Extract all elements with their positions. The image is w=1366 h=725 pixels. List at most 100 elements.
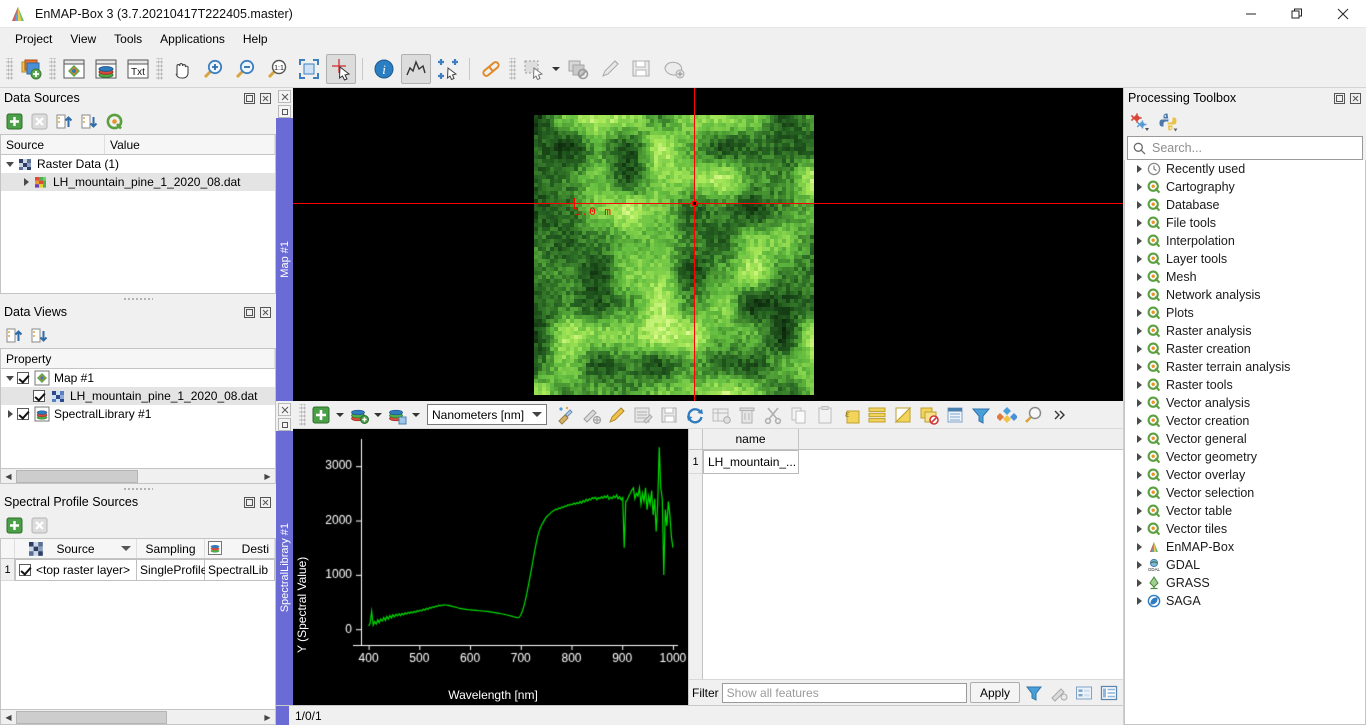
zoom-to-selection-button[interactable] <box>1021 403 1045 427</box>
add-profile-button[interactable] <box>309 403 333 427</box>
tree-row-map-layer[interactable]: LH_mountain_pine_1_2020_08.dat <box>1 387 275 405</box>
toolbox-item-gdal[interactable]: GDALGDAL <box>1125 556 1365 574</box>
toolbox-item-enmap-box[interactable]: EnMAP-Box <box>1125 538 1365 556</box>
toolbox-item-network-analysis[interactable]: Network analysis <box>1125 286 1365 304</box>
copy-features-button[interactable] <box>787 403 811 427</box>
add-data-source-button[interactable] <box>4 111 24 131</box>
profile-sources-table[interactable]: 1 <top raster layer> SingleProfile Spect… <box>0 559 276 710</box>
column-source[interactable]: Source <box>15 539 137 558</box>
chevron-right-icon[interactable] <box>1132 471 1146 479</box>
filter-settings-button[interactable] <box>1048 682 1070 704</box>
select-all-button[interactable] <box>865 403 889 427</box>
filter-expression-button[interactable] <box>1023 682 1045 704</box>
toolbox-item-cartography[interactable]: Cartography <box>1125 178 1365 196</box>
select-features-move-button[interactable] <box>433 54 463 84</box>
chevron-right-icon[interactable] <box>1132 435 1146 443</box>
select-features-dropdown-caret[interactable] <box>550 57 562 81</box>
hscroll-track[interactable] <box>16 470 260 483</box>
toggle-editing-button[interactable] <box>595 54 625 84</box>
profile-sources-hscrollbar[interactable]: ◀ ▶ <box>0 710 276 725</box>
new-spectral-library-button[interactable] <box>91 54 121 84</box>
toolbox-item-raster-terrain-analysis[interactable]: Raster terrain analysis <box>1125 358 1365 376</box>
toolbox-item-vector-geometry[interactable]: Vector geometry <box>1125 448 1365 466</box>
new-text-view-button[interactable]: Txt <box>123 54 153 84</box>
chevron-right-icon[interactable] <box>1132 327 1146 335</box>
float-panel-button[interactable] <box>1332 91 1347 106</box>
toolbox-item-layer-tools[interactable]: Layer tools <box>1125 250 1365 268</box>
select-by-expression-button[interactable]: ε <box>839 403 863 427</box>
scroll-right-icon[interactable]: ▶ <box>260 711 275 724</box>
zoom-in-button[interactable] <box>198 54 228 84</box>
delete-field-button[interactable] <box>735 403 759 427</box>
reload-table-button[interactable] <box>683 403 707 427</box>
identify-raster-info-button[interactable]: i <box>369 54 399 84</box>
chevron-right-icon[interactable] <box>1132 489 1146 497</box>
close-panel-button[interactable] <box>258 495 273 510</box>
new-field-button[interactable] <box>709 403 733 427</box>
invert-selection-button[interactable] <box>891 403 915 427</box>
menu-help[interactable]: Help <box>234 30 277 48</box>
toolbox-item-database[interactable]: Database <box>1125 196 1365 214</box>
chevron-right-icon[interactable] <box>1132 255 1146 263</box>
close-panel-button[interactable] <box>258 305 273 320</box>
map-view-vertical-tab[interactable]: Map #1 <box>276 118 293 401</box>
source-enabled-checkbox[interactable] <box>19 564 31 576</box>
profile-settings-button[interactable] <box>579 403 603 427</box>
cut-features-button[interactable] <box>761 403 785 427</box>
save-speclib-button[interactable] <box>385 403 409 427</box>
toolbox-item-vector-table[interactable]: Vector table <box>1125 502 1365 520</box>
cell-sampling[interactable]: SingleProfile <box>137 559 205 581</box>
layer-visibility-checkbox[interactable] <box>33 390 45 402</box>
add-profile-dropdown-caret[interactable] <box>334 403 346 427</box>
float-panel-button[interactable] <box>242 305 257 320</box>
expand-tree-button[interactable] <box>79 111 99 131</box>
toolbox-item-file-tools[interactable]: File tools <box>1125 214 1365 232</box>
attribute-table-body[interactable] <box>689 474 1123 679</box>
chevron-right-icon[interactable] <box>1132 507 1146 515</box>
toolbox-item-raster-analysis[interactable]: Raster analysis <box>1125 322 1365 340</box>
table-row[interactable]: 1 LH_mountain_... <box>689 450 1123 474</box>
spectral-plot[interactable]: Y (Spectral Value) Wavelength [nm] <box>293 429 688 705</box>
new-map-view-button[interactable] <box>59 54 89 84</box>
tree-row-raster-data-group[interactable]: Raster Data (1) <box>1 155 275 173</box>
identify-spectral-profile-button[interactable] <box>401 54 431 84</box>
filter-input[interactable]: Show all features <box>722 683 967 703</box>
close-panel-button[interactable] <box>258 91 273 106</box>
menu-applications[interactable]: Applications <box>151 30 234 48</box>
deselect-features-button[interactable] <box>563 54 593 84</box>
speclib-visibility-checkbox[interactable] <box>17 408 29 420</box>
zoom-out-button[interactable] <box>230 54 260 84</box>
add-profile-source-button[interactable] <box>4 515 24 535</box>
paste-features-button[interactable] <box>813 403 837 427</box>
float-speclib-view-button[interactable] <box>278 418 291 431</box>
toolbox-item-vector-tiles[interactable]: Vector tiles <box>1125 520 1365 538</box>
processing-toolbox-tree[interactable]: Recently usedCartographyDatabaseFile too… <box>1124 160 1366 725</box>
data-views-hscrollbar[interactable]: ◀ ▶ <box>0 469 276 484</box>
search-box[interactable]: Search... <box>1127 136 1363 160</box>
data-views-tree[interactable]: Map #1 <box>0 369 276 469</box>
toolbox-item-vector-selection[interactable]: Vector selection <box>1125 484 1365 502</box>
plot-canvas[interactable] <box>293 429 688 687</box>
chevron-right-icon[interactable] <box>1132 309 1146 317</box>
chevron-down-icon[interactable] <box>3 376 17 381</box>
hscroll-thumb[interactable] <box>16 711 167 724</box>
menu-view[interactable]: View <box>61 30 105 48</box>
collapse-tree-button[interactable] <box>4 325 24 345</box>
filter-features-button[interactable] <box>969 403 993 427</box>
column-source[interactable]: Source <box>1 135 105 154</box>
chevron-right-icon[interactable] <box>1132 345 1146 353</box>
chevron-right-icon[interactable] <box>1132 399 1146 407</box>
column-destination[interactable]: Desti <box>205 539 275 558</box>
table-view-button[interactable] <box>1098 682 1120 704</box>
edit-attributes-button[interactable] <box>631 403 655 427</box>
save-edits-button[interactable] <box>657 403 681 427</box>
column-property[interactable]: Property <box>1 349 275 368</box>
zoom-full-extent-button[interactable] <box>294 54 324 84</box>
chevron-down-icon[interactable] <box>532 412 542 417</box>
add-speclib-button[interactable] <box>347 403 371 427</box>
toggle-editing-button[interactable] <box>605 403 629 427</box>
chevron-right-icon[interactable] <box>1132 579 1146 587</box>
processing-options-button[interactable] <box>1130 112 1150 132</box>
left-splitter-1[interactable] <box>0 294 276 302</box>
chevron-right-icon[interactable] <box>1132 273 1146 281</box>
